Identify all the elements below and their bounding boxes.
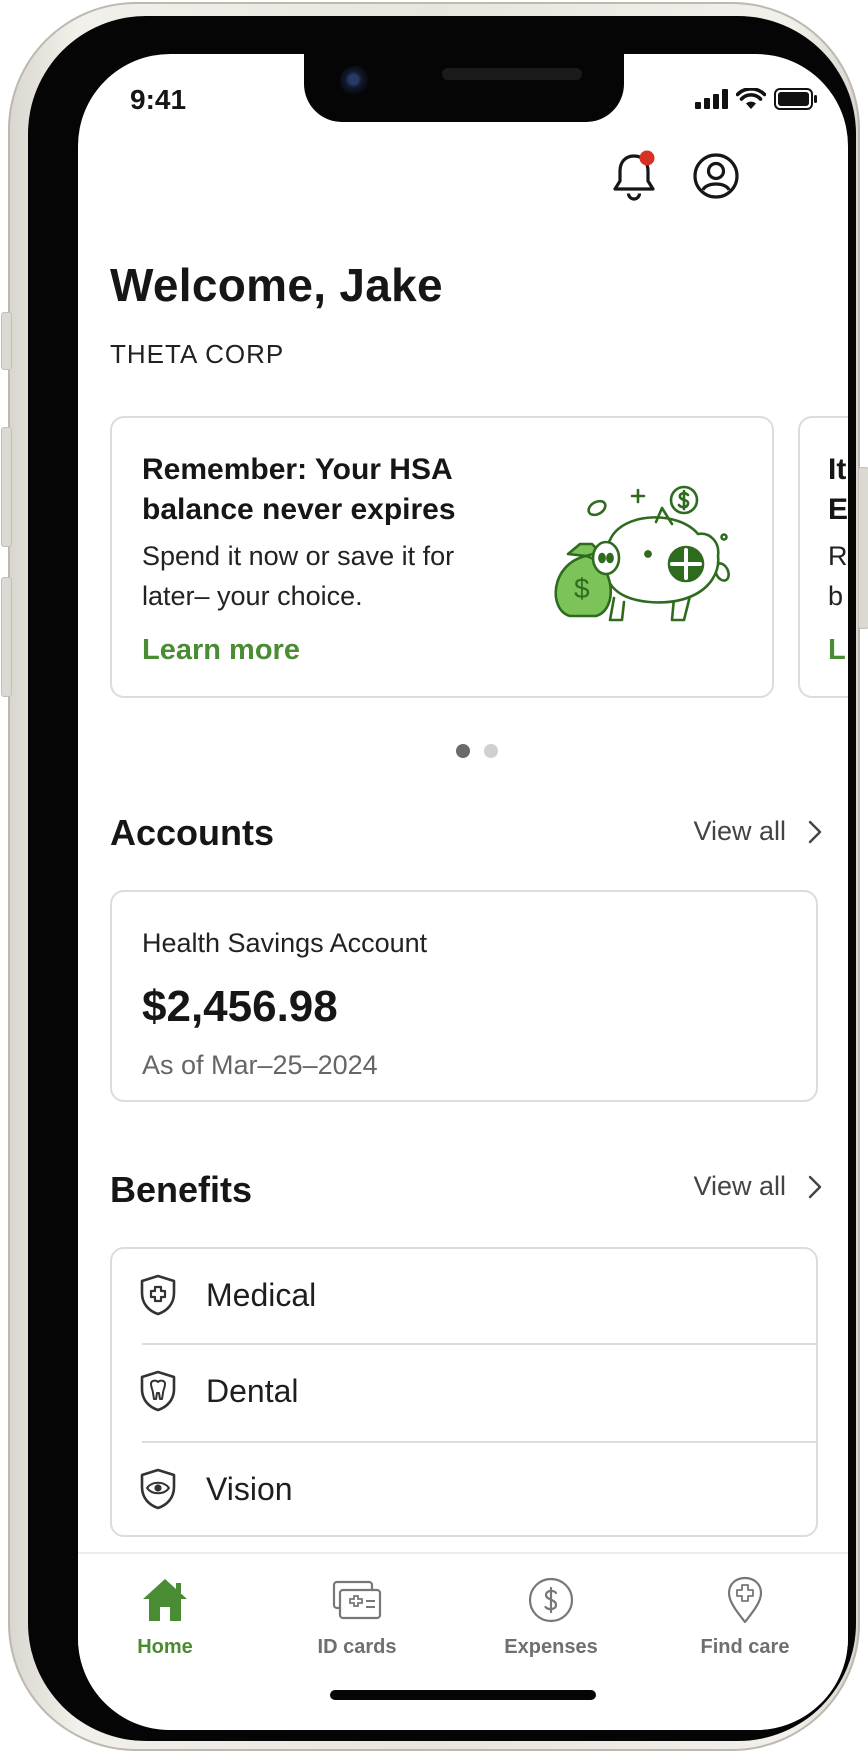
earpiece-speaker: [442, 68, 582, 80]
benefit-item-vision[interactable]: Vision: [112, 1443, 816, 1535]
accounts-view-all-link[interactable]: View all: [693, 816, 822, 847]
view-all-label: View all: [693, 816, 786, 846]
welcome-heading: Welcome, Jake: [110, 259, 443, 311]
tab-home[interactable]: Home: [78, 1566, 260, 1676]
action-button: [1, 312, 12, 370]
tab-id-cards[interactable]: ID cards: [262, 1566, 452, 1676]
carousel-dot-2[interactable]: [484, 744, 498, 758]
account-name: Health Savings Account: [142, 928, 428, 958]
bell-icon: [613, 150, 655, 201]
piggy-bank-illustration: $: [554, 485, 730, 622]
accounts-heading: Accounts: [110, 812, 275, 853]
shield-eye-icon: [140, 1468, 176, 1510]
profile-button[interactable]: [692, 152, 740, 205]
promo-body-peek: Rb: [828, 541, 848, 611]
cellular-signal-icon: [695, 89, 728, 109]
shield-cross-icon: [140, 1274, 176, 1316]
power-button: [858, 467, 868, 629]
location-pin-plus-icon: [727, 1576, 763, 1624]
status-icons: [694, 88, 818, 110]
benefits-list: Medical Dental Vision: [110, 1247, 818, 1537]
carousel-indicator[interactable]: [456, 744, 498, 758]
notifications-button[interactable]: [610, 150, 658, 207]
benefit-label: Medical: [206, 1277, 317, 1313]
shield-tooth-icon: [140, 1370, 176, 1412]
hsa-account-card[interactable]: Health Savings Account $2,456.98 As of M…: [110, 890, 818, 1102]
tab-label: Expenses: [504, 1636, 598, 1658]
volume-down-button: [1, 577, 12, 697]
home-icon: [143, 1579, 187, 1621]
svg-text:$: $: [574, 573, 590, 604]
wifi-icon: [736, 88, 766, 109]
app-screen: 9:41 Welcome, Jake THETA CORP Remember: …: [78, 54, 848, 1730]
view-all-label: View all: [693, 1171, 786, 1201]
id-cards-icon: [332, 1580, 382, 1620]
promo-card-hsa[interactable]: Remember: Your HSA balance never expires…: [110, 416, 774, 698]
benefit-label: Dental: [206, 1373, 299, 1409]
tab-label: Home: [137, 1636, 193, 1658]
status-time: 9:41: [130, 84, 187, 115]
bottom-tab-bar: Home ID cards Expenses Find care: [78, 1552, 848, 1730]
device-frame: 9:41 Welcome, Jake THETA CORP Remember: …: [1, 2, 868, 1751]
tab-find-care[interactable]: Find care: [650, 1566, 840, 1676]
tab-label: ID cards: [317, 1636, 397, 1658]
benefits-view-all-link[interactable]: View all: [693, 1171, 822, 1202]
carousel-dot-1[interactable]: [456, 744, 470, 758]
benefits-heading: Benefits: [110, 1169, 253, 1210]
tab-label: Find care: [700, 1636, 790, 1658]
user-profile-icon: [693, 153, 739, 199]
chevron-right-icon: [808, 820, 822, 843]
learn-more-link[interactable]: Learn more: [142, 634, 300, 667]
promo-title-peek: It E: [828, 453, 848, 526]
promo-body: Spend it now or save it for later– your …: [142, 541, 455, 611]
tab-expenses[interactable]: Expenses: [456, 1566, 646, 1676]
benefit-label: Vision: [206, 1471, 293, 1507]
dollar-circle-icon: [528, 1577, 574, 1623]
company-name: THETA CORP: [110, 339, 285, 369]
volume-up-button: [1, 427, 12, 547]
battery-icon: [774, 88, 817, 110]
balance-as-of-date: As of Mar–25–2024: [142, 1050, 378, 1080]
benefit-item-dental[interactable]: Dental: [112, 1345, 816, 1441]
home-indicator[interactable]: [330, 1690, 596, 1700]
dynamic-island: [304, 54, 624, 122]
promo-title: Remember: Your HSA balance never expires: [142, 453, 456, 526]
benefit-item-medical[interactable]: Medical: [112, 1249, 816, 1345]
device-bezel: 9:41 Welcome, Jake THETA CORP Remember: …: [28, 16, 856, 1741]
account-balance: $2,456.98: [142, 982, 338, 1031]
promo-card-next[interactable]: It E Rb L: [798, 416, 848, 698]
front-camera: [340, 66, 370, 96]
learn-more-link-peek[interactable]: L: [828, 634, 846, 667]
chevron-right-icon: [808, 1175, 822, 1198]
